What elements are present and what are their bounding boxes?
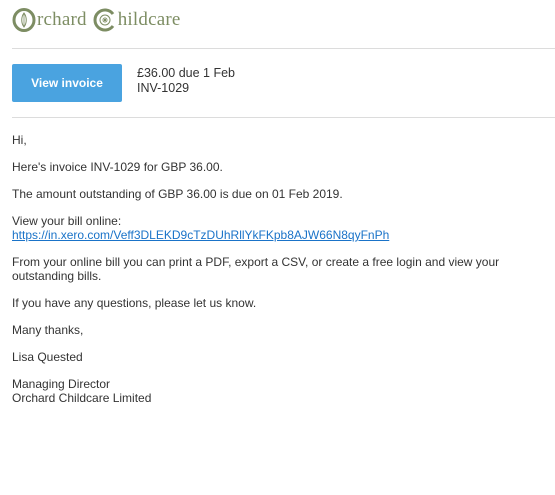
orchard-o-logo-icon <box>12 8 36 32</box>
logo-word-childcare: hildcare <box>117 9 181 30</box>
view-online-paragraph: View your bill online: https://in.xero.c… <box>12 214 555 242</box>
sender-company: Orchard Childcare Limited <box>12 391 152 405</box>
sender-name: Lisa Quested <box>12 350 83 364</box>
signoff: Many thanks, <box>12 323 84 337</box>
childcare-c-logo-icon <box>93 8 117 32</box>
invoice-number-text: INV-1029 <box>137 81 190 95</box>
summary-divider <box>12 117 555 118</box>
bill-link[interactable]: https://in.xero.com/Veff3DLEKD9cTzDUhRll… <box>12 228 389 242</box>
invoice-line: Here's invoice INV-1029 for GBP 36.00. <box>12 160 223 174</box>
questions-line: If you have any questions, please let us… <box>12 296 257 310</box>
logo-word-orchard: rchard <box>37 9 87 30</box>
amount-due-text: £36.00 due 1 Feb <box>137 66 235 80</box>
header-divider <box>12 48 555 49</box>
orchard-childcare-logo: rchard hildcare <box>12 6 181 34</box>
email-body: Hi, Here's invoice INV-1029 for GBP 36.0… <box>12 133 555 418</box>
invoice-summary: £36.00 due 1 Feb INV-1029 <box>137 66 235 96</box>
sender-title: Managing Director <box>12 377 111 391</box>
online-bill-info: From your online bill you can print a PD… <box>12 255 500 283</box>
amount-outstanding-line: The amount outstanding of GBP 36.00 is d… <box>12 187 343 201</box>
greeting: Hi, <box>12 133 27 147</box>
view-invoice-button[interactable]: View invoice <box>12 64 122 102</box>
sender-signature: Managing Director Orchard Childcare Limi… <box>12 377 555 405</box>
view-online-label: View your bill online: <box>12 214 122 228</box>
